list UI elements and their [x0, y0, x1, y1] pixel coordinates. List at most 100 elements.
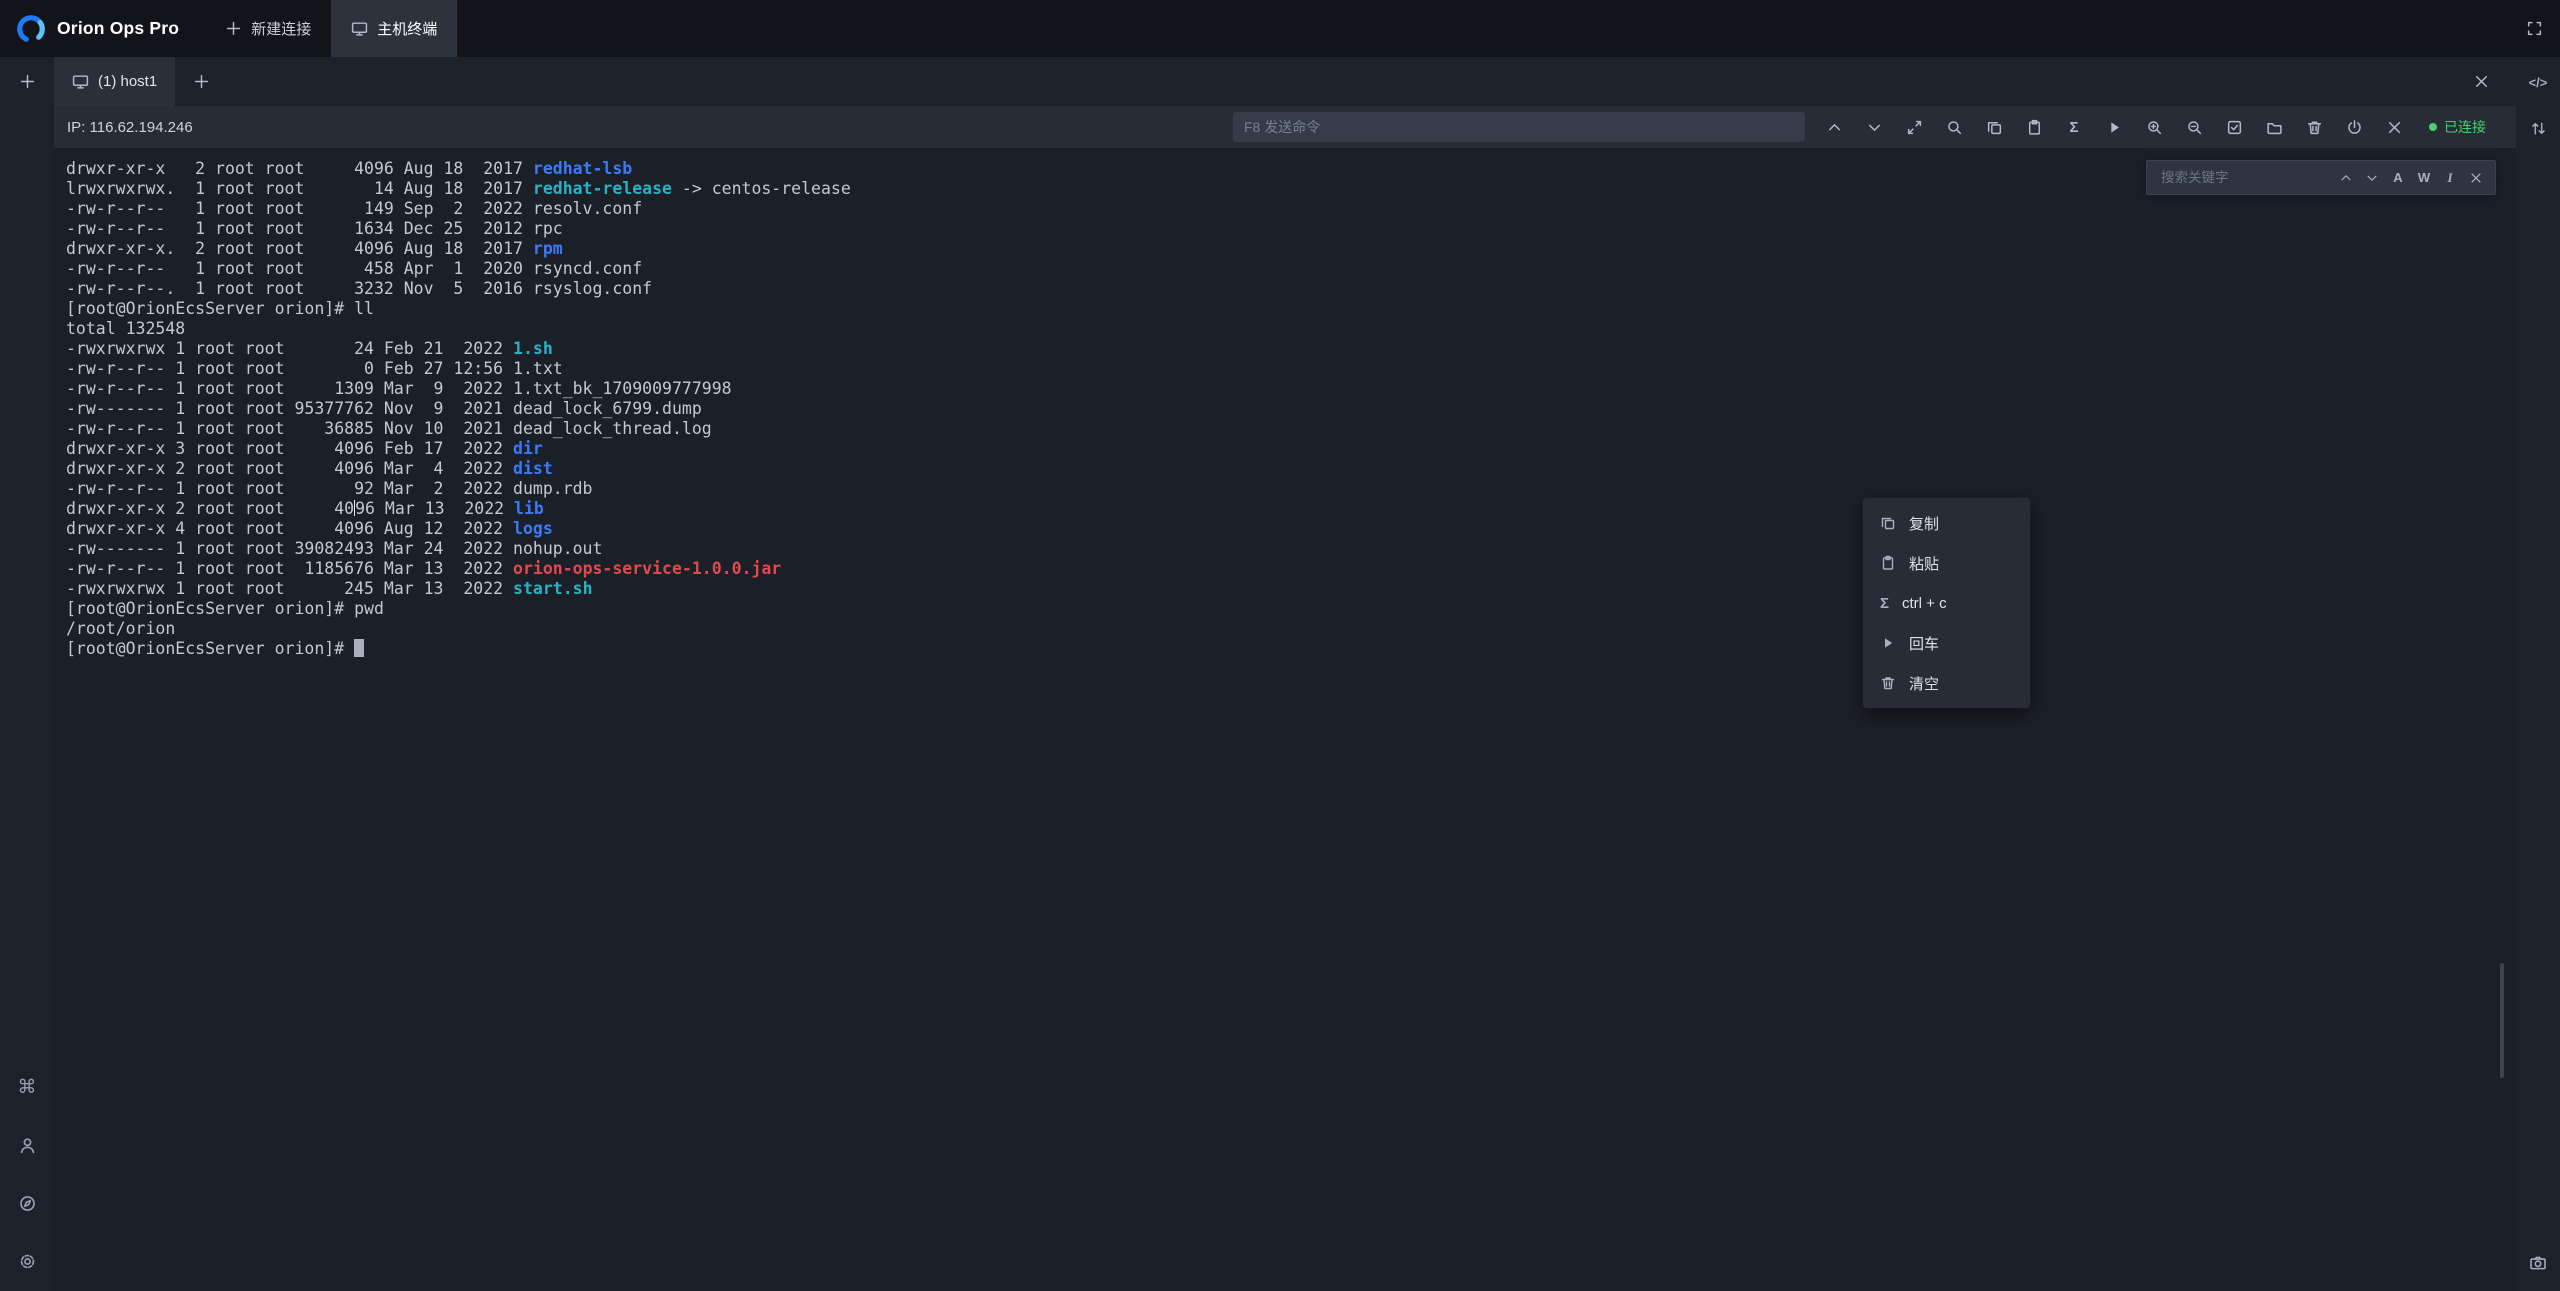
copy-icon: [1880, 515, 1896, 531]
left-rail: ⌘: [0, 57, 54, 1291]
terminal-line: drwxr-xr-x 3 root root 4096 Feb 17 2022 …: [66, 439, 2516, 459]
zoom-in-icon[interactable]: [2141, 114, 2167, 140]
letter-W-icon[interactable]: W: [2413, 167, 2435, 189]
terminal-line: drwxr-xr-x 2 root root 4096 Mar 13 2022 …: [66, 499, 2516, 519]
menu-item-play[interactable]: 回车: [1863, 623, 2030, 663]
play-icon: [1880, 635, 1896, 651]
monitor-icon: [72, 73, 89, 90]
folder-icon[interactable]: [2261, 114, 2287, 140]
terminal-line: -rw------- 1 root root 95377762 Nov 9 20…: [66, 399, 2516, 419]
paste-icon[interactable]: [2021, 114, 2047, 140]
sigma-icon: Σ: [1880, 596, 1889, 611]
gear-icon[interactable]: [13, 1247, 41, 1275]
close-icon[interactable]: [2381, 114, 2407, 140]
brand: Orion Ops Pro: [0, 0, 205, 57]
terminal-line: -rw-r--r-- 1 root root 92 Mar 2 2022 dum…: [66, 479, 2516, 499]
terminal-line: [root@OrionEcsServer orion]#: [66, 639, 2516, 659]
toolbar: IP: 116.62.194.246 Σ 已连接: [54, 106, 2516, 148]
sigma-icon[interactable]: Σ: [2061, 114, 2087, 140]
left-rail-icons: ⌘: [13, 1073, 41, 1291]
plus-icon: [225, 20, 242, 37]
menu-item-label: 粘贴: [1909, 553, 1939, 574]
terminal-line: -rwxrwxrwx 1 root root 245 Mar 13 2022 s…: [66, 579, 2516, 599]
new-terminal-button[interactable]: [14, 68, 40, 94]
terminal-line: total 132548: [66, 319, 2516, 339]
tab-host1-label: (1) host1: [98, 73, 157, 90]
menu-item-label: ctrl + c: [1902, 595, 1947, 612]
menu-item-copy[interactable]: 复制: [1863, 503, 2030, 543]
trash-icon: [1880, 675, 1896, 691]
close-icon[interactable]: [2465, 167, 2487, 189]
menu-item-sigma[interactable]: Σctrl + c: [1863, 583, 2030, 623]
tabbar: (1) host1: [54, 57, 2516, 106]
menu-item-paste[interactable]: 粘贴: [1863, 543, 2030, 583]
brand-logo-icon: [16, 14, 46, 44]
play-icon[interactable]: [2101, 114, 2127, 140]
fullscreen-icon[interactable]: [2521, 16, 2547, 42]
terminal-line: drwxr-xr-x 4 root root 4096 Aug 12 2022 …: [66, 519, 2516, 539]
nav-host-terminal-label: 主机终端: [377, 18, 437, 39]
connection-status-label: 已连接: [2444, 117, 2486, 137]
power-icon[interactable]: [2341, 114, 2367, 140]
terminal-line: drwxr-xr-x. 2 root root 4096 Aug 18 2017…: [66, 239, 2516, 259]
nav-host-terminal[interactable]: 主机终端: [331, 0, 457, 57]
menu-item-label: 清空: [1909, 673, 1939, 694]
zoom-out-icon[interactable]: [2181, 114, 2207, 140]
add-tab-button[interactable]: [188, 69, 214, 95]
close-icon[interactable]: [2468, 69, 2494, 95]
menu-item-trash[interactable]: 清空: [1863, 663, 2030, 703]
terminal-panel: (1) host1 IP: 116.62.194.246 Σ 已连接 drwxr…: [54, 57, 2516, 1291]
code-icon[interactable]: </>: [2525, 69, 2551, 95]
user-icon[interactable]: [13, 1131, 41, 1159]
terminal-line: -rwxrwxrwx 1 root root 24 Feb 21 2022 1.…: [66, 339, 2516, 359]
letter-I-icon[interactable]: I: [2439, 167, 2461, 189]
work-area: ⌘ (1) host1 IP: 116.62.194.246 Σ 已连接: [0, 57, 2560, 1291]
terminal-output: drwxr-xr-x 2 root root 4096 Aug 18 2017 …: [54, 148, 2516, 659]
app-window: Orion Ops Pro 新建连接 主机终端 ⌘ (1) host1: [0, 0, 2560, 1291]
chevron-up-icon[interactable]: [2335, 167, 2357, 189]
menu-item-label: 复制: [1909, 513, 1939, 534]
search-icons: AWI: [2335, 167, 2487, 189]
copy-icon[interactable]: [1981, 114, 2007, 140]
terminal-line: -rw-r--r-- 1 root root 1634 Dec 25 2012 …: [66, 219, 2516, 239]
tab-host1[interactable]: (1) host1: [54, 57, 175, 106]
context-menu: 复制粘贴 Σctrl + c 回车清空: [1863, 498, 2030, 708]
terminal[interactable]: drwxr-xr-x 2 root root 4096 Aug 18 2017 …: [54, 148, 2516, 1291]
command-input[interactable]: [1233, 112, 1805, 142]
right-rail: </>: [2516, 57, 2560, 1291]
terminal-cursor: [354, 639, 364, 657]
terminal-line: -rw-r--r-- 1 root root 1185676 Mar 13 20…: [66, 559, 2516, 579]
terminal-line: [root@OrionEcsServer orion]# pwd: [66, 599, 2516, 619]
search-icon[interactable]: [1941, 114, 1967, 140]
letter-A-icon[interactable]: A: [2387, 167, 2409, 189]
topbar-right: [2521, 0, 2560, 57]
nav-new-connection[interactable]: 新建连接: [205, 0, 331, 57]
menu-item-label: 回车: [1909, 633, 1939, 654]
nav-new-connection-label: 新建连接: [251, 18, 311, 39]
search-input[interactable]: [2159, 169, 2335, 186]
camera-icon[interactable]: [2525, 1250, 2551, 1276]
chevron-down-icon[interactable]: [2361, 167, 2383, 189]
paste-icon: [1880, 555, 1896, 571]
check-square-icon[interactable]: [2221, 114, 2247, 140]
command-icon[interactable]: ⌘: [13, 1073, 41, 1101]
chevron-up-icon[interactable]: [1821, 114, 1847, 140]
terminal-search: AWI: [2146, 160, 2496, 195]
host-ip-label: IP: 116.62.194.246: [67, 119, 193, 136]
terminal-line: -rw-r--r-- 1 root root 458 Apr 1 2020 rs…: [66, 259, 2516, 279]
terminal-line: -rw-r--r-- 1 root root 0 Feb 27 12:56 1.…: [66, 359, 2516, 379]
terminal-line: -rw-r--r-- 1 root root 1309 Mar 9 2022 1…: [66, 379, 2516, 399]
terminal-scrollbar[interactable]: [2500, 963, 2504, 1078]
trash-icon[interactable]: [2301, 114, 2327, 140]
compass-icon[interactable]: [13, 1189, 41, 1217]
swap-vertical-icon[interactable]: [2525, 115, 2551, 141]
chevron-down-icon[interactable]: [1861, 114, 1887, 140]
terminal-line: [root@OrionEcsServer orion]# ll: [66, 299, 2516, 319]
topbar: Orion Ops Pro 新建连接 主机终端: [0, 0, 2560, 57]
terminal-line: -rw-r--r-- 1 root root 36885 Nov 10 2021…: [66, 419, 2516, 439]
expand-icon[interactable]: [1901, 114, 1927, 140]
terminal-line: -rw-r--r--. 1 root root 3232 Nov 5 2016 …: [66, 279, 2516, 299]
monitor-icon: [351, 20, 368, 37]
terminal-line: drwxr-xr-x 2 root root 4096 Mar 4 2022 d…: [66, 459, 2516, 479]
status-dot-icon: [2429, 123, 2437, 131]
